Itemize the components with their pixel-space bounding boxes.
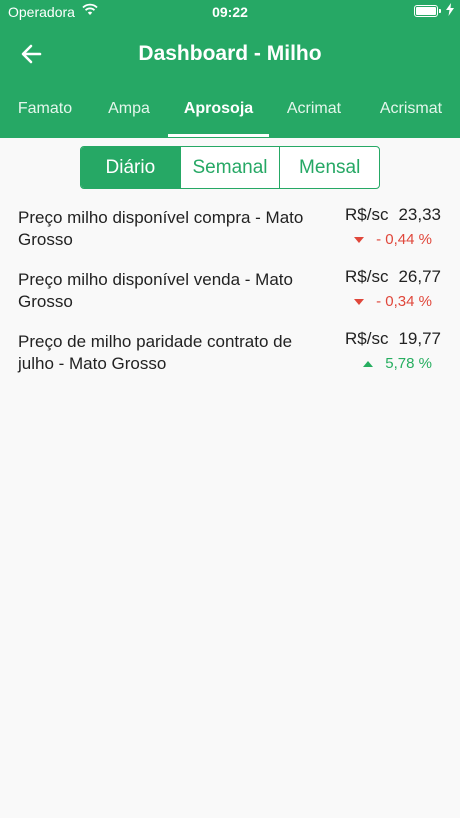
tab-acrismat[interactable]: Acrismat: [372, 100, 450, 118]
bolt-icon: [446, 3, 454, 19]
app-header: Operadora 09:22 Dashboard - Milho Famato…: [0, 0, 460, 138]
period-daily-button[interactable]: Diário: [81, 147, 180, 188]
association-tabs: Famato Ampa Aprosoja Acrimat Acrismat: [0, 90, 460, 138]
price-change: - 0,34 %: [354, 293, 432, 310]
price-unit: R$/sc: [344, 329, 389, 348]
active-tab-indicator: [168, 134, 269, 137]
caret-down-icon: [354, 236, 365, 243]
status-bar: Operadora 09:22: [0, 0, 460, 24]
price-list: Preço milho disponível compra - Mato Gro…: [18, 205, 444, 391]
period-selector: Diário Semanal Mensal: [80, 146, 380, 189]
price-amount: 26,77: [398, 267, 441, 286]
price-unit: R$/sc: [344, 205, 389, 224]
price-unit: R$/sc: [344, 267, 389, 286]
price-amount: 23,33: [398, 205, 441, 224]
tab-aprosoja[interactable]: Aprosoja: [168, 100, 269, 118]
price-row: Preço milho disponível compra - Mato Gro…: [18, 205, 444, 267]
price-amount: 19,77: [398, 329, 441, 348]
period-monthly-button[interactable]: Mensal: [279, 147, 379, 188]
caret-up-icon: [363, 360, 374, 367]
price-change-value: - 0,34 %: [376, 293, 432, 310]
price-row: Preço de milho paridade contrato de julh…: [18, 329, 444, 391]
price-value: R$/sc 19,77: [345, 329, 441, 349]
price-change-value: - 0,44 %: [376, 231, 432, 248]
price-name: Preço de milho paridade contrato de julh…: [18, 332, 293, 373]
navigation-bar: Dashboard - Milho: [0, 28, 460, 80]
price-row: Preço milho disponível venda - Mato Gros…: [18, 267, 444, 329]
price-name: Preço milho disponível compra - Mato Gro…: [18, 208, 304, 249]
price-value: R$/sc 23,33: [345, 205, 441, 225]
battery-icon: [414, 5, 441, 17]
period-weekly-button[interactable]: Semanal: [179, 147, 280, 188]
price-change: - 0,44 %: [354, 231, 432, 248]
price-value: R$/sc 26,77: [345, 267, 441, 287]
page-title: Dashboard - Milho: [138, 42, 322, 65]
price-change: 5,78 %: [363, 355, 432, 372]
price-change-value: 5,78 %: [385, 355, 432, 372]
caret-down-icon: [354, 298, 365, 305]
tab-famato[interactable]: Famato: [12, 100, 78, 118]
tab-ampa[interactable]: Ampa: [98, 100, 160, 118]
status-time: 09:22: [212, 4, 248, 20]
price-name: Preço milho disponível venda - Mato Gros…: [18, 270, 293, 311]
tab-acrimat[interactable]: Acrimat: [280, 100, 348, 118]
